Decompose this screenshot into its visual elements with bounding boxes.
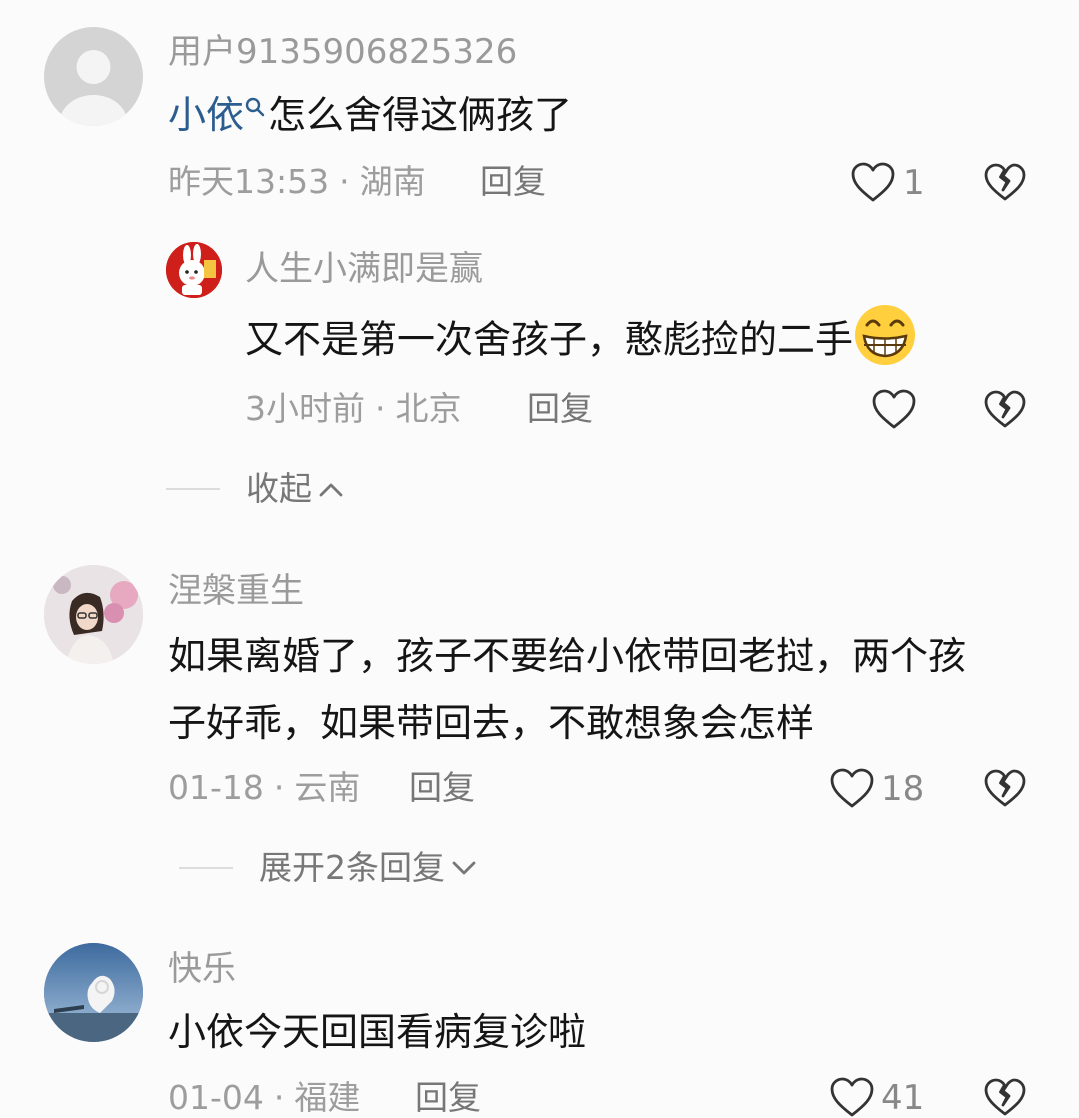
hand-photo-avatar-icon [44,943,143,1042]
reply-meta: 3小时前 · 北京 [245,392,462,425]
comment-time: 01-04 [168,1078,264,1117]
like-heart-icon[interactable] [829,1076,875,1118]
comment-text: 小依 怎么舍得这俩孩了 [168,96,572,134]
dislike-broken-heart-icon[interactable] [983,162,1027,202]
like-heart-icon[interactable] [850,161,896,203]
expand-replies-button[interactable]: 展开2条回复 [179,851,477,884]
chevron-up-icon [319,483,343,496]
like-heart-icon[interactable] [829,767,875,809]
comment-location: 湖南 [359,162,426,201]
comment-location: 福建 [294,1078,361,1117]
avatar-photo-woman[interactable] [44,565,143,664]
comment-location: 云南 [294,768,361,807]
meta-separator: · [273,768,285,807]
reply-button[interactable]: 回复 [409,771,475,804]
dislike-broken-heart-icon[interactable] [983,768,1027,808]
comment-username[interactable]: 快乐 [168,952,236,986]
meta-separator: · [273,1078,285,1117]
rabbit-avatar-icon [166,242,222,298]
avatar-default[interactable] [44,27,143,126]
search-icon[interactable] [244,96,266,118]
comment-username[interactable]: 涅槃重生 [168,574,304,608]
reply-body: 又不是第一次舍孩子，憨彪捡的二手 [245,317,854,362]
reply-button[interactable]: 回复 [415,1081,481,1114]
comment-text: 小依今天回国看病复诊啦 [168,1010,587,1054]
divider-line [179,866,233,869]
collapse-label: 收起 [246,469,312,508]
default-avatar-icon [59,50,128,126]
reply-time: 3小时前 [245,389,365,428]
meta-separator: · [339,162,350,201]
dislike-broken-heart-icon[interactable] [983,1077,1027,1117]
meta-separator: · [375,389,386,428]
reply-username[interactable]: 人生小满即是赢 [245,252,483,286]
avatar-rabbit[interactable] [166,242,222,298]
grinning-face-icon [855,305,916,365]
comment-meta: 昨天13:53 · 湖南 [168,165,426,198]
reply-text: 又不是第一次舍孩子，憨彪捡的二手 [245,305,917,367]
comment-time: 01-18 [168,768,264,807]
comment-meta: 01-04 · 福建 [168,1081,360,1114]
like-heart-icon[interactable] [871,388,917,430]
dislike-broken-heart-icon[interactable] [983,389,1027,429]
avatar-photo-hand[interactable] [44,943,143,1042]
comment-username[interactable]: 用户9135906825326 [168,35,517,69]
mention-link[interactable]: 小依 [168,93,244,137]
like-count: 41 [881,1078,925,1118]
divider-line [166,487,220,490]
woman-photo-avatar-icon [44,565,143,664]
reply-button[interactable]: 回复 [527,392,593,425]
comment-meta: 01-18 · 云南 [168,771,360,804]
like-count: 18 [881,769,925,809]
collapse-replies-button[interactable]: 收起 [166,472,344,505]
like-count: 1 [903,163,925,203]
comment-text-line1: 如果离婚了，孩子不要给小依带回老挝，两个孩 [168,634,967,678]
reply-location: 北京 [395,389,462,428]
comment-text-line2: 子好乖，如果带回去，不敢想象会怎样 [168,701,815,745]
chevron-down-icon [452,861,476,874]
reply-button[interactable]: 回复 [480,165,546,198]
comment-time: 昨天13:53 [168,162,330,201]
expand-label: 展开2条回复 [259,848,445,887]
comment-body: 怎么舍得这俩孩了 [268,93,573,137]
